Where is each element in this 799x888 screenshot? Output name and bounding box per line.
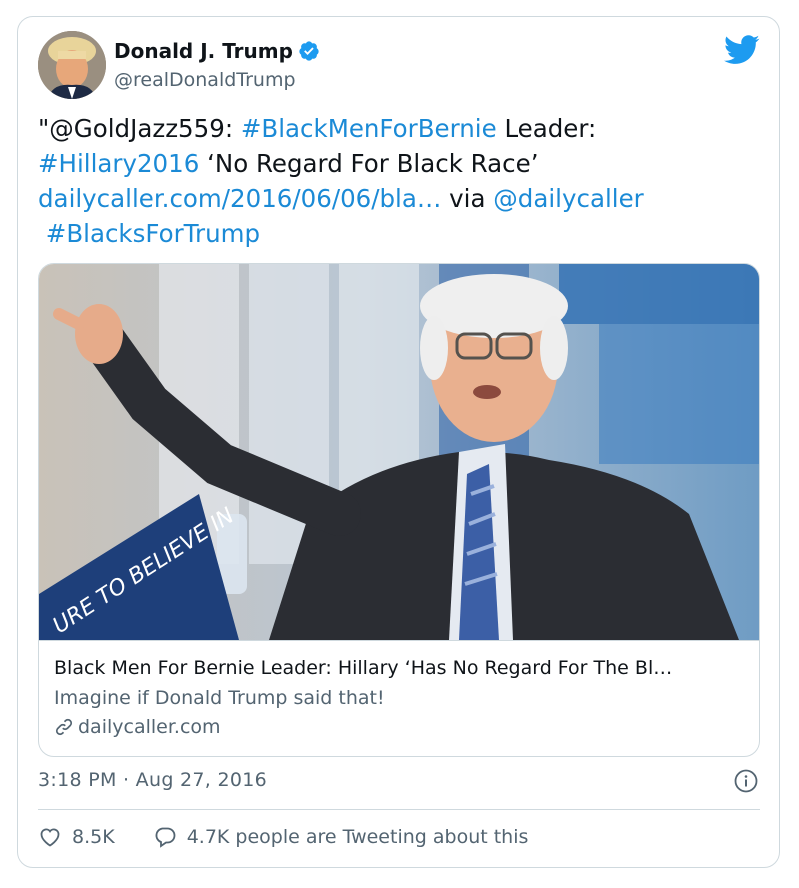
author-handle[interactable]: @realDonaldTrump: [114, 69, 296, 91]
link-preview-card[interactable]: URE TO BELIEVE IN Black Men For Bernie L…: [38, 263, 760, 757]
tweet-text: "@GoldJazz559: #BlackMenForBernie Leader…: [38, 111, 758, 251]
like-count: 8.5K: [72, 826, 115, 848]
link-card-domain-row: dailycaller.com: [54, 716, 221, 738]
tweet-text-segment: Leader:: [504, 114, 597, 143]
author-name[interactable]: Donald J. Trump: [114, 39, 293, 63]
hashtag-blackmenforbernie[interactable]: #BlackMenForBernie: [241, 114, 497, 143]
reply-bubble-icon: [155, 827, 176, 848]
link-card-title[interactable]: Black Men For Bernie Leader: Hillary ‘Ha…: [54, 657, 672, 679]
tweet-card: Donald J. Trump @realDonaldTrump "@GoldJ…: [17, 16, 780, 868]
mention-dailycaller[interactable]: @dailycaller: [493, 184, 643, 213]
hashtag-hillary2016[interactable]: #Hillary2016: [38, 149, 199, 178]
tweet-timestamp[interactable]: 3:18 PM · Aug 27, 2016: [38, 769, 267, 791]
article-photo: URE TO BELIEVE IN: [39, 264, 759, 640]
tweet-actions: 8.5K 4.7K people are Tweeting about this: [38, 825, 528, 849]
heart-icon: [40, 828, 60, 847]
tweet-text-segment: via: [441, 184, 494, 213]
like-button[interactable]: 8.5K: [38, 825, 115, 849]
link-card-description: Imagine if Donald Trump said that!: [54, 687, 385, 709]
tweeting-about-text: 4.7K people are Tweeting about this: [186, 826, 529, 848]
divider: [38, 809, 760, 810]
tweeting-about-link[interactable]: 4.7K people are Tweeting about this: [153, 825, 529, 849]
hashtag-blacksfortrump[interactable]: #BlacksForTrump: [46, 219, 260, 248]
article-url-link[interactable]: dailycaller.com/2016/06/06/bla…: [38, 184, 441, 213]
quoted-mention: "@GoldJazz559:: [38, 114, 241, 143]
avatar[interactable]: [38, 31, 106, 99]
link-icon: [55, 718, 73, 736]
info-icon[interactable]: [734, 769, 758, 793]
tweet-text-segment: [38, 219, 46, 248]
tweet-text-segment: ‘No Regard For Black Race’: [207, 149, 539, 178]
link-card-domain: dailycaller.com: [78, 716, 221, 738]
author-name-row: Donald J. Trump: [114, 39, 320, 63]
link-card-text: Black Men For Bernie Leader: Hillary ‘Ha…: [39, 640, 759, 756]
verified-badge-icon: [299, 41, 319, 61]
twitter-bird-icon[interactable]: [724, 35, 760, 65]
